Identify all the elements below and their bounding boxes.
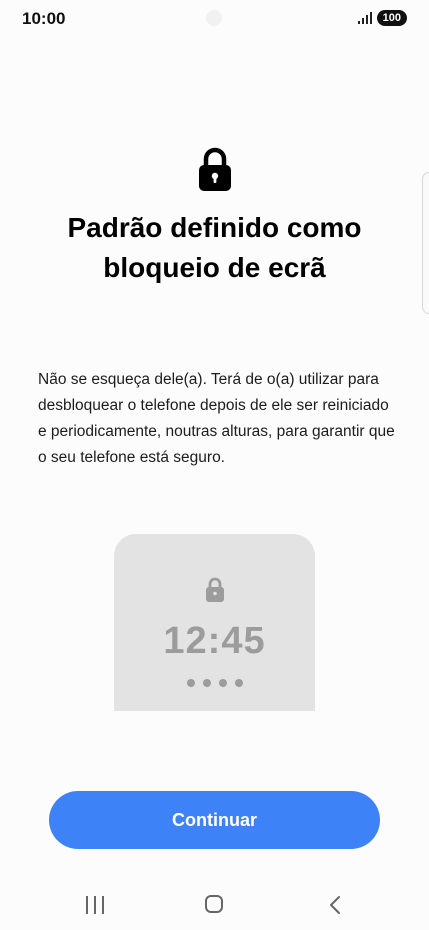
lock-icon [199, 147, 231, 191]
home-icon[interactable] [205, 895, 223, 913]
preview-clock: 12:45 [163, 620, 266, 662]
edge-panel-handle[interactable] [422, 172, 429, 314]
pattern-dot [234, 679, 243, 687]
continue-button[interactable]: Continuar [49, 791, 380, 849]
camera-cutout [206, 10, 222, 26]
page-title-line2: bloqueio de ecrã [103, 252, 326, 283]
pattern-dot [202, 679, 211, 687]
navigation-bar [0, 880, 429, 930]
pattern-dot [186, 679, 195, 687]
back-icon[interactable] [328, 895, 342, 915]
pattern-dot [218, 679, 227, 687]
status-bar: 10:00 100 [0, 0, 429, 40]
preview-lock-icon [206, 577, 224, 602]
lockscreen-preview: 12:45 [114, 534, 315, 711]
page-title: Padrão definido como bloqueio de ecrã [20, 208, 409, 288]
preview-pattern-dots [114, 679, 315, 687]
signal-icon [357, 12, 372, 24]
recents-icon[interactable] [86, 896, 104, 914]
description-text: Não se esqueça dele(a). Terá de o(a) uti… [38, 371, 395, 466]
status-time: 10:00 [22, 9, 66, 28]
status-icons: 100 [357, 10, 407, 26]
page-title-line1: Padrão definido como [67, 212, 362, 243]
battery-icon: 100 [376, 10, 407, 26]
